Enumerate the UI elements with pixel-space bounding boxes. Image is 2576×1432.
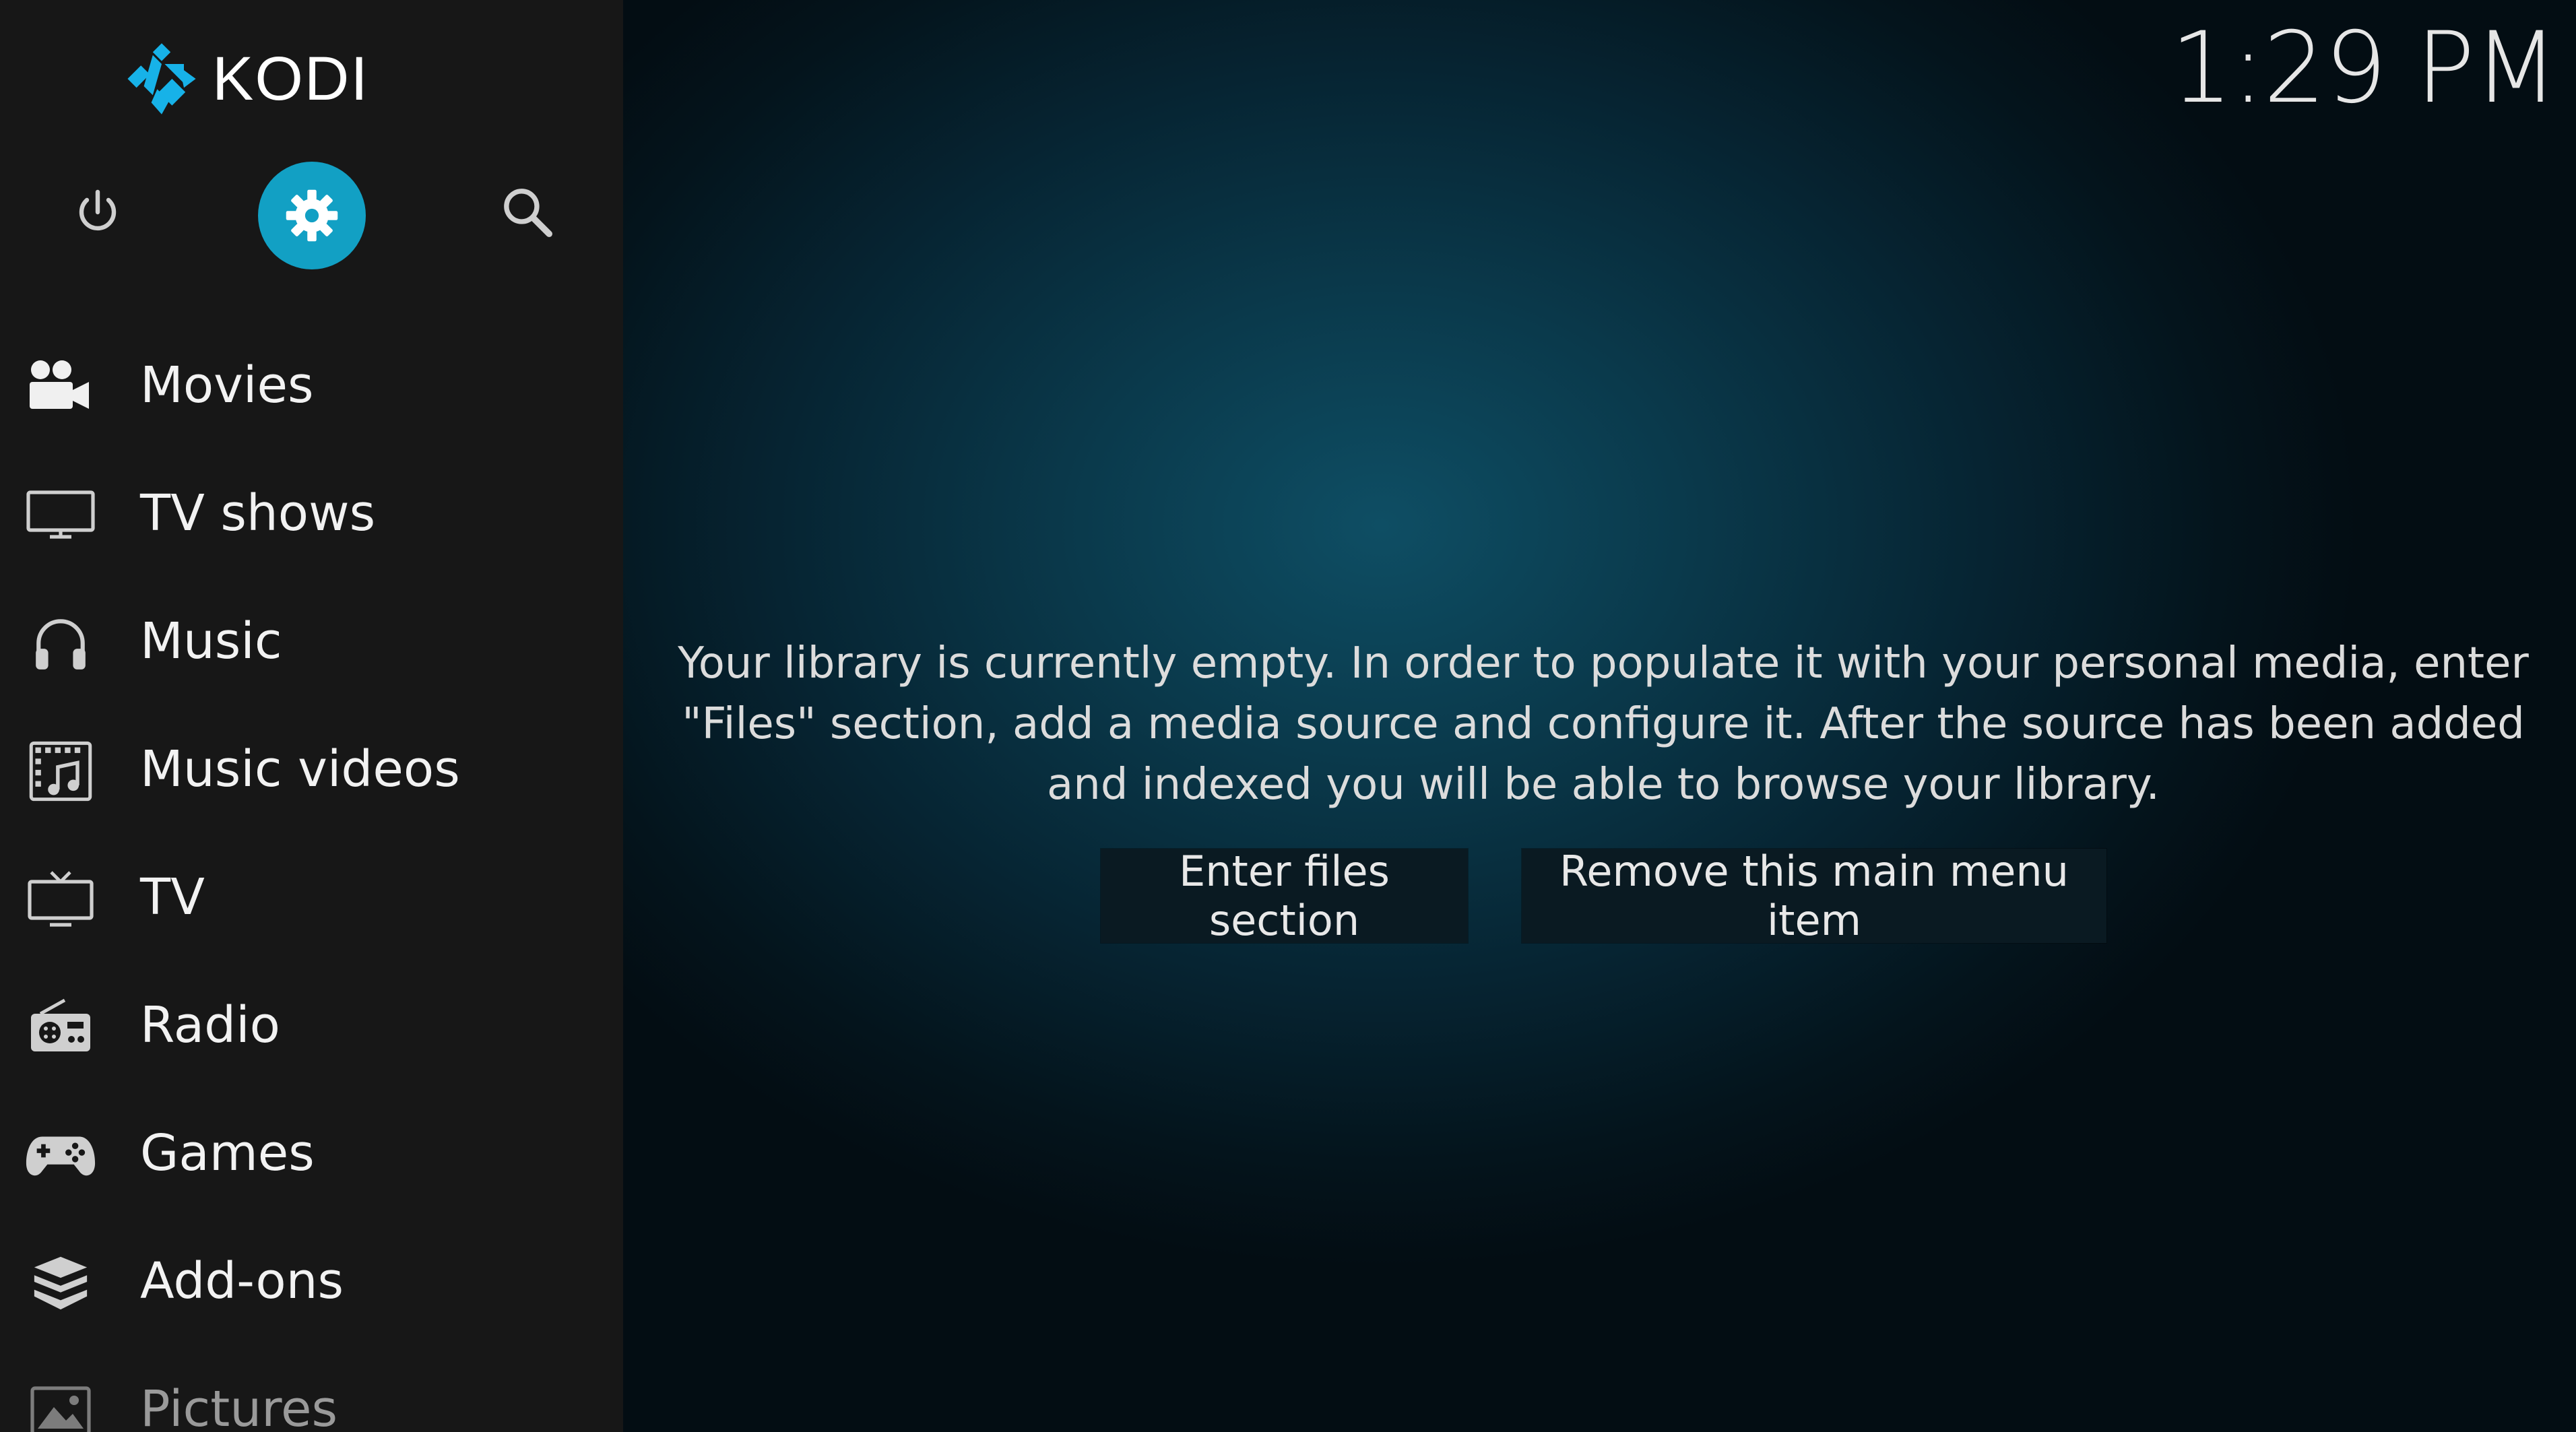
action-buttons: Enter files section Remove this main men… (1101, 847, 2106, 945)
menu-item-music-videos[interactable]: Music videos (0, 707, 623, 835)
menu-item-games[interactable]: Games (0, 1091, 623, 1219)
remove-menu-item-button[interactable]: Remove this main menu item (1522, 847, 2106, 945)
search-icon (504, 189, 552, 237)
menu-item-tv-shows[interactable]: TV shows (0, 451, 623, 579)
menu-item-music[interactable]: Music (0, 579, 623, 707)
empty-library-message: Your library is currently empty. In orde… (678, 639, 2529, 810)
menu-item-label: TV (140, 868, 205, 927)
menu-item-movies[interactable]: Movies (0, 323, 623, 451)
settings-button[interactable] (258, 162, 366, 269)
clock: 1:29 PM (2170, 11, 2558, 125)
search-button[interactable] (484, 168, 571, 256)
menu-item-pictures[interactable]: Pictures (0, 1347, 623, 1432)
menu-item-radio[interactable]: Radio (0, 963, 623, 1091)
kodi-home-screen: KODI Movies TV shows Music Music videos … (0, 0, 2576, 1432)
power-button[interactable] (54, 168, 141, 256)
music-videos-icon (24, 738, 98, 805)
addons-icon (24, 1249, 98, 1317)
sidebar: KODI Movies TV shows Music Music videos … (0, 0, 623, 1432)
movies-icon (24, 354, 98, 421)
pictures-icon (24, 1377, 98, 1432)
app-name: KODI (212, 44, 369, 113)
menu-item-label: Pictures (140, 1380, 338, 1432)
main-menu: Movies TV shows Music Music videos TV Ra… (0, 323, 623, 1432)
menu-item-label: Movies (140, 356, 314, 415)
gamepad-icon (24, 1121, 98, 1189)
kodi-logo-icon (127, 43, 196, 115)
kodi-logo: KODI (125, 42, 369, 116)
menu-item-addons[interactable]: Add-ons (0, 1219, 623, 1347)
gear-icon (286, 189, 338, 242)
menu-item-tv[interactable]: TV (0, 835, 623, 963)
menu-item-label: TV shows (140, 484, 376, 543)
menu-item-label: Music (140, 612, 282, 671)
power-icon (79, 189, 117, 231)
menu-item-label: Games (140, 1124, 315, 1183)
menu-item-label: Radio (140, 996, 280, 1055)
tv-shows-icon (24, 482, 98, 549)
tv-icon (24, 866, 98, 933)
enter-files-section-button[interactable]: Enter files section (1101, 847, 1468, 945)
radio-icon (24, 994, 98, 1061)
menu-item-label: Add-ons (140, 1252, 344, 1311)
menu-item-label: Music videos (140, 740, 460, 799)
headphones-icon (24, 610, 98, 677)
